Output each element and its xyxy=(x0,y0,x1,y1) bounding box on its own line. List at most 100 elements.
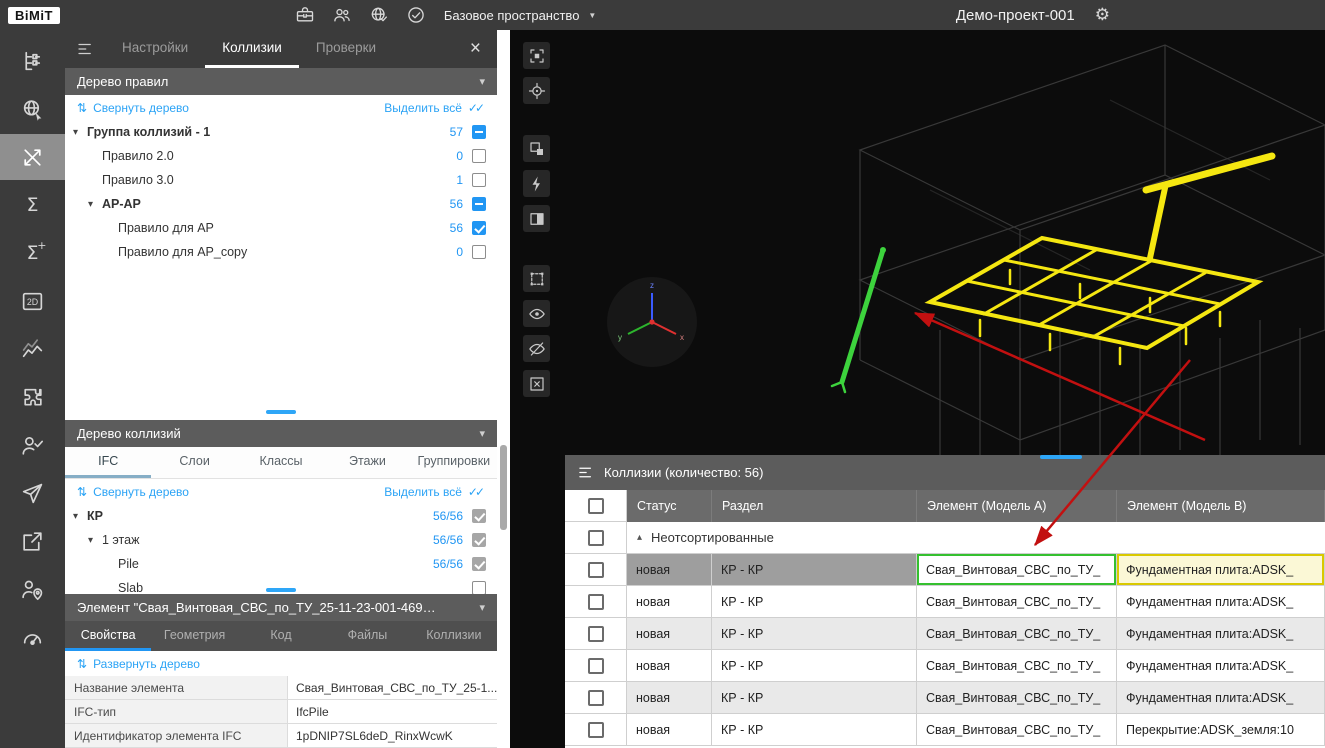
highlighted-slab-yellow[interactable] xyxy=(930,156,1272,364)
checkbox[interactable] xyxy=(472,557,486,571)
sum-icon[interactable]: Σ xyxy=(0,182,65,228)
caret-down-icon[interactable]: ▾ xyxy=(73,127,87,138)
cell-element-a[interactable]: Свая_Винтовая_СВС_по_ТУ_ xyxy=(917,586,1117,618)
view-2d-icon[interactable]: 2D xyxy=(0,278,65,324)
checkbox[interactable] xyxy=(472,221,486,235)
tab-collisions[interactable]: Коллизии xyxy=(205,30,299,68)
tree-row[interactable]: Правило 2.0 0 xyxy=(65,144,497,168)
tab-checks[interactable]: Проверки xyxy=(299,30,393,68)
checkbox[interactable] xyxy=(472,125,486,139)
globe-check-icon[interactable] xyxy=(369,5,389,25)
cell-element-a[interactable]: Свая_Винтовая_СВС_по_ТУ_ xyxy=(917,682,1117,714)
cell-status[interactable]: новая xyxy=(627,714,712,746)
tree-row[interactable]: Pile 56/56 xyxy=(65,552,497,576)
tab-layers[interactable]: Слои xyxy=(151,447,237,478)
frames-icon[interactable] xyxy=(523,135,550,162)
select-all-link[interactable]: Выделить всё✓✓ xyxy=(384,101,485,115)
bounding-box-icon[interactable] xyxy=(523,265,550,292)
tab-collisions-el[interactable]: Коллизии xyxy=(411,621,497,651)
cell-status[interactable]: новая xyxy=(627,650,712,682)
cell-element-b[interactable]: Перекрытие:ADSK_земля:10 xyxy=(1117,714,1325,746)
row-checkbox[interactable] xyxy=(588,690,604,706)
column-section[interactable]: Раздел xyxy=(712,490,917,522)
tree-row[interactable]: Правило для АР_copy 0 xyxy=(65,240,497,264)
check-circle-icon[interactable] xyxy=(406,5,426,25)
checkbox[interactable] xyxy=(472,509,486,523)
cell-section[interactable]: КР - КР xyxy=(712,618,917,650)
model-structure-icon[interactable] xyxy=(0,38,65,84)
cell-section[interactable]: КР - КР xyxy=(712,554,917,586)
user-check-icon[interactable] xyxy=(0,422,65,468)
highlighted-pile-green[interactable] xyxy=(832,247,886,392)
select-all-checkbox[interactable] xyxy=(588,498,604,514)
tab-properties[interactable]: Свойства xyxy=(65,621,151,651)
workspace-dropdown[interactable]: Базовое пространство ▼ xyxy=(444,8,596,23)
cell-element-b[interactable]: Фундаментная плита:ADSK_ xyxy=(1117,650,1325,682)
group-row[interactable]: ▴ Неотсортированные xyxy=(627,522,1325,554)
toolbox-icon[interactable] xyxy=(295,5,315,25)
user-location-icon[interactable] xyxy=(0,566,65,612)
collapse-tree-link[interactable]: ⇅Свернуть дерево xyxy=(77,485,189,499)
rules-tree-header[interactable]: Дерево правил ▾ xyxy=(65,68,497,95)
group-checkbox[interactable] xyxy=(588,530,604,546)
cell-element-b[interactable]: Фундаментная плита:ADSK_ xyxy=(1117,682,1325,714)
collisions-icon[interactable] xyxy=(0,134,65,180)
navigation-gizmo[interactable]: z x y xyxy=(607,277,697,367)
caret-down-icon[interactable]: ▾ xyxy=(73,511,87,522)
cell-element-b[interactable]: Фундаментная плита:ADSK_ xyxy=(1117,586,1325,618)
cell-section[interactable]: КР - КР xyxy=(712,714,917,746)
rules-tree-scrollbar[interactable] xyxy=(266,410,296,414)
cell-status[interactable]: новая xyxy=(627,618,712,650)
expand-tree-link[interactable]: ⇅Развернуть дерево xyxy=(77,657,200,671)
viewport-3d[interactable]: z x y Коллизии (количество: 56) Статус Р… xyxy=(510,30,1325,748)
checkbox[interactable] xyxy=(472,173,486,187)
group-collapse-icon[interactable]: ▴ xyxy=(637,532,642,543)
app-logo[interactable]: BiMiT xyxy=(8,7,60,24)
team-icon[interactable] xyxy=(332,5,352,25)
cell-element-b[interactable]: Фундаментная плита:ADSK_ xyxy=(1117,618,1325,650)
collapse-tree-link[interactable]: ⇅Свернуть дерево xyxy=(77,101,189,115)
cell-element-b[interactable]: Фундаментная плита:ADSK_ xyxy=(1117,554,1325,586)
charts-icon[interactable] xyxy=(0,326,65,372)
cell-section[interactable]: КР - КР xyxy=(712,586,917,618)
tab-ifc[interactable]: IFC xyxy=(65,447,151,478)
cell-element-a[interactable]: Свая_Винтовая_СВС_по_ТУ_ xyxy=(917,554,1117,586)
panel-scrollbar-thumb[interactable] xyxy=(500,445,507,530)
dashboard-icon[interactable] xyxy=(0,614,65,660)
row-checkbox[interactable] xyxy=(588,562,604,578)
section-cut-icon[interactable] xyxy=(523,170,550,197)
tree-row[interactable]: Правило 3.0 1 xyxy=(65,168,497,192)
export-icon[interactable] xyxy=(0,518,65,564)
sum-plus-icon[interactable]: Σ+ xyxy=(0,230,65,276)
hide-icon[interactable] xyxy=(523,335,550,362)
property-value[interactable]: Свая_Винтовая_СВС_по_ТУ_25-1... xyxy=(288,676,497,699)
tree-row[interactable]: ▾ АР-АР 56 xyxy=(65,192,497,216)
checkbox[interactable] xyxy=(472,245,486,259)
property-value[interactable]: IfcPile xyxy=(288,700,497,723)
tab-groupings[interactable]: Группировки xyxy=(411,447,497,478)
row-checkbox[interactable] xyxy=(588,594,604,610)
checkbox[interactable] xyxy=(472,533,486,547)
cell-status[interactable]: новая xyxy=(627,682,712,714)
column-element-b[interactable]: Элемент (Модель В) xyxy=(1117,490,1325,522)
panel-menu-icon[interactable] xyxy=(65,30,105,68)
tree-row[interactable]: ▾ Группа коллизий - 1 57 xyxy=(65,120,497,144)
fit-selection-icon[interactable] xyxy=(523,42,550,69)
collisions-panel-scrollbar[interactable] xyxy=(1040,455,1082,459)
tab-classes[interactable]: Классы xyxy=(238,447,324,478)
show-icon[interactable] xyxy=(523,300,550,327)
locate-icon[interactable] xyxy=(523,77,550,104)
column-status[interactable]: Статус xyxy=(627,490,712,522)
checkbox[interactable] xyxy=(472,581,486,594)
cell-status[interactable]: новая xyxy=(627,554,712,586)
cell-element-a[interactable]: Свая_Винтовая_СВС_по_ТУ_ xyxy=(917,714,1117,746)
plugins-icon[interactable] xyxy=(0,374,65,420)
tree-row[interactable]: ▾ 1 этаж 56/56 xyxy=(65,528,497,552)
gear-icon[interactable]: ⚙ xyxy=(1095,5,1110,25)
checkbox[interactable] xyxy=(472,149,486,163)
tab-geometry[interactable]: Геометрия xyxy=(151,621,237,651)
property-value[interactable]: 1pDNIP7SL6deD_RinxWcwK xyxy=(288,724,497,747)
element-header[interactable]: Элемент "Свая_Винтовая_СВС_по_ТУ_25-11-2… xyxy=(65,594,497,621)
section-box-icon[interactable] xyxy=(523,205,550,232)
collisions-tree-header[interactable]: Дерево коллизий ▾ xyxy=(65,420,497,447)
